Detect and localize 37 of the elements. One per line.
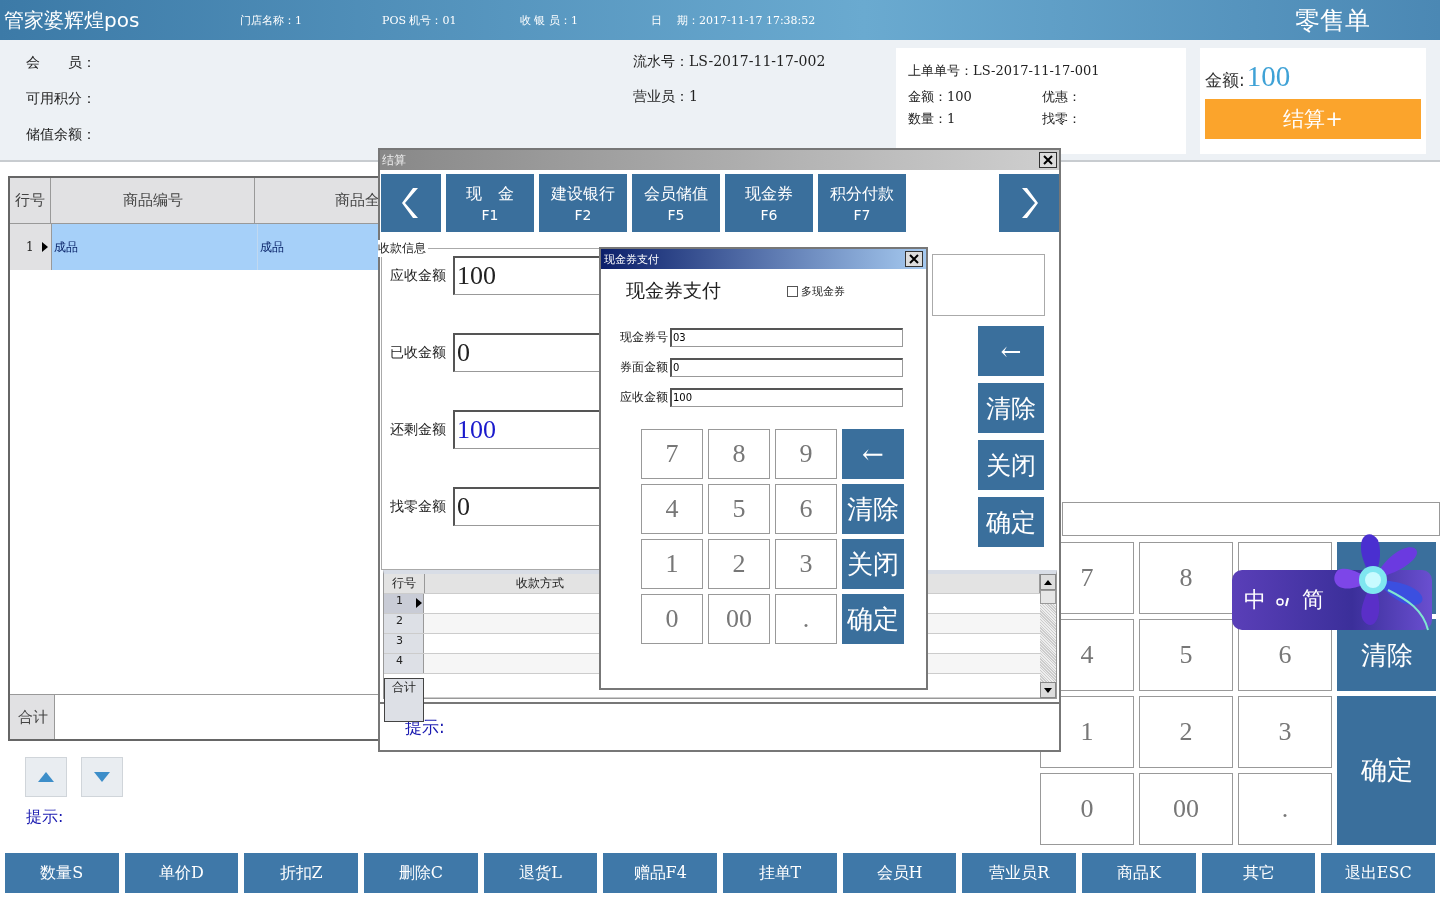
checkbox-label: 多现金券 (801, 283, 845, 299)
field-label: 还剩金额 (390, 420, 446, 439)
field-label: 应收金额 (620, 388, 668, 406)
date-value: 期：2017-11-17 17:38:52 (677, 12, 816, 28)
app-title: 管家婆辉煌pos (4, 6, 141, 34)
field-label: 券面金额 (620, 358, 668, 376)
order-info: 营业员：1 (633, 88, 699, 106)
member-info-label: 会 员： (26, 54, 97, 72)
header-info: 收 银 员：1 (520, 12, 579, 28)
field-label: 已收金额 (390, 343, 446, 362)
column-header: 行号 (10, 178, 51, 224)
total-amount: 100 (1246, 60, 1291, 93)
dialog-title: 结算 (382, 151, 406, 169)
member-info-label: 储值余额： (26, 126, 97, 144)
last-order-stat: 找零： (1042, 110, 1082, 128)
total-row-label: 合计 (10, 695, 55, 739)
last-order-stat: 数量：1 (908, 110, 957, 128)
order-info: 流水号：LS-2017-11-17-002 (633, 53, 827, 71)
header-info: POS 机号：01 (382, 12, 458, 28)
field-label: 现金券号 (620, 328, 668, 346)
date-label: 日 (651, 12, 663, 28)
dialog-heading: 现金券支付 (626, 278, 722, 303)
member-info-label: 可用积分： (26, 90, 97, 108)
document-type: 零售单 (1295, 4, 1370, 37)
row-number: 1 (10, 224, 52, 270)
header-info: 门店名称：1 (240, 12, 303, 28)
field-label: 找零金额 (390, 497, 446, 516)
group-label: 收款信息 (378, 240, 428, 257)
last-order-number: 上单单号：LS-2017-11-17-001 (908, 62, 1101, 80)
last-order-stat: 金额：100 (908, 88, 973, 106)
table-cell: 成品 (52, 224, 258, 270)
total-label: 金额: (1205, 69, 1245, 92)
total-row-label: 合计 (384, 678, 424, 722)
column-header: 行号 (384, 574, 425, 593)
column-header: 商品编号 (51, 178, 255, 224)
hint-label: 提示: (26, 807, 65, 828)
last-order-stat: 优惠： (1042, 88, 1082, 106)
